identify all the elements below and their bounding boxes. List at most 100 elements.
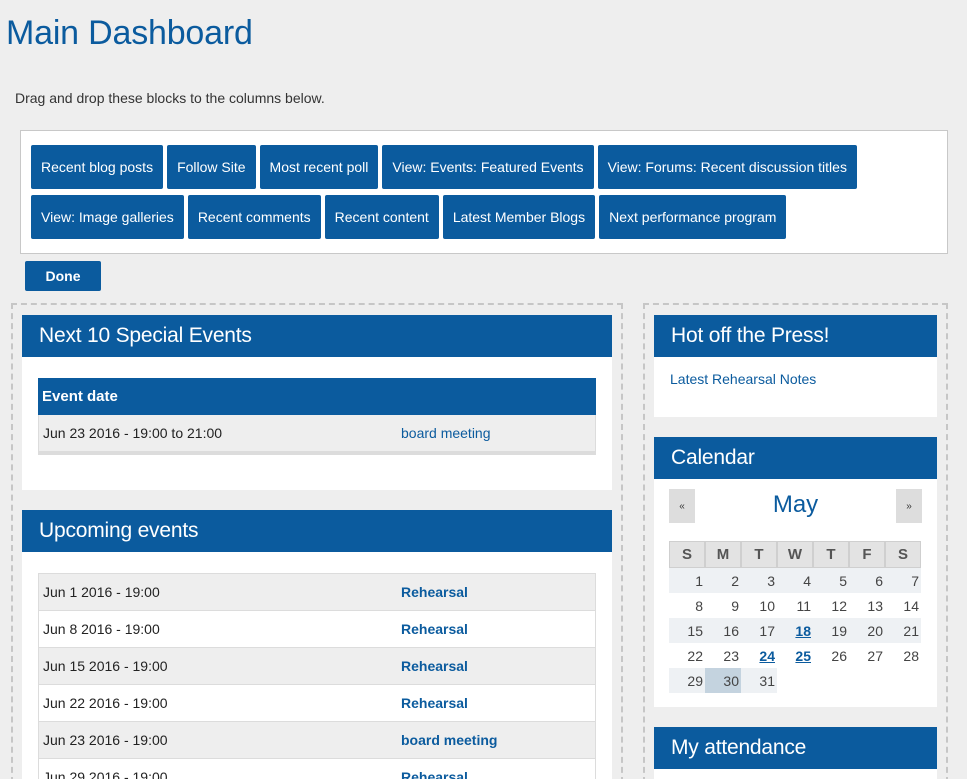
calendar-weekday-header: T bbox=[741, 541, 777, 568]
calendar-day: 28 bbox=[903, 647, 919, 664]
calendar-day: 7 bbox=[885, 568, 921, 593]
palette-block-featured-events[interactable]: View: Events: Featured Events bbox=[382, 145, 594, 189]
table-row: Jun 23 2016 - 19:00 board meeting bbox=[38, 722, 596, 759]
calendar-day: 20 bbox=[849, 618, 885, 643]
next-month-button[interactable]: » bbox=[896, 489, 922, 523]
event-date: Jun 8 2016 - 19:00 bbox=[43, 621, 160, 637]
special-events-block[interactable]: Next 10 Special Events Event date Jun 23… bbox=[22, 315, 612, 490]
calendar-day-event-link[interactable]: 18 bbox=[777, 618, 813, 643]
event-link[interactable]: Rehearsal bbox=[401, 584, 468, 600]
palette-block-image-galleries[interactable]: View: Image galleries bbox=[31, 195, 184, 239]
event-date: Jun 1 2016 - 19:00 bbox=[43, 584, 160, 600]
table-row: Jun 1 2016 - 19:00 Rehearsal bbox=[38, 574, 596, 611]
calendar-grid: S M T W T F S 1 2 3 4 5 6 7 8 9 10 11 12 13 14 15 16 17 18 19 20 21… bbox=[669, 541, 921, 693]
palette-block-most-recent-poll[interactable]: Most recent poll bbox=[259, 145, 379, 189]
calendar-title[interactable]: Calendar bbox=[654, 437, 937, 479]
calendar-day-event-link[interactable]: 25 bbox=[777, 643, 813, 668]
calendar-day: 5 bbox=[813, 568, 849, 593]
calendar-day: 6 bbox=[849, 568, 885, 593]
upcoming-events-table: Jun 1 2016 - 19:00 Rehearsal Jun 8 2016 … bbox=[38, 573, 596, 779]
calendar-day: 12 bbox=[831, 597, 847, 614]
palette-block-recent-comments[interactable]: Recent comments bbox=[187, 195, 321, 239]
attendance-block[interactable]: My attendance bbox=[654, 727, 937, 779]
calendar-day: 21 bbox=[885, 618, 921, 643]
calendar-weekday-header: F bbox=[849, 541, 885, 568]
attendance-title[interactable]: My attendance bbox=[654, 727, 937, 769]
calendar-day: 22 bbox=[687, 647, 703, 664]
dashboard-column-right[interactable]: Hot off the Press! Latest Rehearsal Note… bbox=[643, 303, 948, 779]
calendar-day: 17 bbox=[741, 618, 777, 643]
calendar-empty-cell bbox=[777, 668, 813, 693]
upcoming-events-block[interactable]: Upcoming events Jun 1 2016 - 19:00 Rehea… bbox=[22, 510, 612, 779]
event-link[interactable]: board meeting bbox=[401, 425, 491, 441]
table-row: Jun 15 2016 - 19:00 Rehearsal bbox=[38, 648, 596, 685]
calendar-weekday-header: M bbox=[705, 541, 741, 568]
event-date: Jun 15 2016 - 19:00 bbox=[43, 658, 168, 674]
calendar-day: 8 bbox=[695, 597, 703, 614]
event-date: Jun 23 2016 - 19:00 to 21:00 bbox=[43, 425, 223, 441]
palette-block-recent-discussion-titles[interactable]: View: Forums: Recent discussion titles bbox=[597, 145, 857, 189]
calendar-nav: « May » bbox=[654, 479, 937, 531]
special-events-title[interactable]: Next 10 Special Events bbox=[22, 315, 612, 357]
palette-row-1: Recent blog posts Follow Site Most recen… bbox=[31, 145, 937, 189]
event-link[interactable]: board meeting bbox=[401, 732, 497, 748]
table-row: Jun 23 2016 - 19:00 to 21:00 board meeti… bbox=[38, 415, 596, 452]
palette-row-2: View: Image galleries Recent comments Re… bbox=[31, 195, 937, 239]
calendar-block[interactable]: Calendar « May » S M T W T F S 1 2 3 4 5 6 7 8 9 10 11 12 1… bbox=[654, 437, 937, 707]
calendar-day: 3 bbox=[741, 568, 777, 593]
calendar-month: May bbox=[772, 491, 819, 518]
calendar-weekday-header: S bbox=[669, 541, 705, 568]
special-events-table: Event date Jun 23 2016 - 19:00 to 21:00 … bbox=[38, 378, 596, 455]
instructions-text: Drag and drop these blocks to the column… bbox=[15, 90, 325, 106]
rehearsal-notes-link[interactable]: Latest Rehearsal Notes bbox=[670, 371, 937, 387]
calendar-day: 27 bbox=[867, 647, 883, 664]
palette-block-latest-member-blogs[interactable]: Latest Member Blogs bbox=[442, 195, 596, 239]
calendar-empty-cell bbox=[885, 668, 921, 693]
page-title: Main Dashboard bbox=[6, 14, 253, 52]
calendar-day: 10 bbox=[759, 597, 775, 614]
event-date: Jun 29 2016 - 19:00 bbox=[43, 769, 168, 779]
palette-block-recent-content[interactable]: Recent content bbox=[324, 195, 439, 239]
calendar-empty-cell bbox=[813, 668, 849, 693]
press-block[interactable]: Hot off the Press! Latest Rehearsal Note… bbox=[654, 315, 937, 417]
calendar-day: 1 bbox=[669, 568, 705, 593]
calendar-day: 16 bbox=[705, 618, 741, 643]
table-divider bbox=[38, 452, 596, 455]
calendar-empty-cell bbox=[849, 668, 885, 693]
calendar-day: 23 bbox=[723, 647, 739, 664]
event-link[interactable]: Rehearsal bbox=[401, 769, 468, 779]
calendar-day: 19 bbox=[813, 618, 849, 643]
calendar-day: 9 bbox=[731, 597, 739, 614]
calendar-day-event-link[interactable]: 24 bbox=[741, 643, 777, 668]
upcoming-events-title[interactable]: Upcoming events bbox=[22, 510, 612, 552]
event-link[interactable]: Rehearsal bbox=[401, 658, 468, 674]
table-row: Jun 22 2016 - 19:00 Rehearsal bbox=[38, 685, 596, 722]
calendar-day: 15 bbox=[669, 618, 705, 643]
event-link[interactable]: Rehearsal bbox=[401, 695, 468, 711]
calendar-day: 29 bbox=[669, 668, 705, 693]
calendar-weekday-header: W bbox=[777, 541, 813, 568]
calendar-day: 14 bbox=[903, 597, 919, 614]
calendar-day: 30 bbox=[705, 668, 741, 693]
table-row: Jun 8 2016 - 19:00 Rehearsal bbox=[38, 611, 596, 648]
palette-block-follow-site[interactable]: Follow Site bbox=[167, 145, 256, 189]
calendar-day: 31 bbox=[741, 668, 777, 693]
palette-block-recent-blog-posts[interactable]: Recent blog posts bbox=[31, 145, 164, 189]
event-link[interactable]: Rehearsal bbox=[401, 621, 468, 637]
calendar-weekday-header: T bbox=[813, 541, 849, 568]
press-title[interactable]: Hot off the Press! bbox=[654, 315, 937, 357]
palette-block-next-performance-program[interactable]: Next performance program bbox=[599, 195, 787, 239]
block-palette: Recent blog posts Follow Site Most recen… bbox=[20, 130, 948, 254]
calendar-day: 26 bbox=[831, 647, 847, 664]
dashboard-column-left[interactable]: Next 10 Special Events Event date Jun 23… bbox=[11, 303, 623, 779]
event-date: Jun 22 2016 - 19:00 bbox=[43, 695, 168, 711]
calendar-day: 11 bbox=[796, 597, 811, 614]
calendar-day: 13 bbox=[867, 597, 883, 614]
calendar-weekday-header: S bbox=[885, 541, 921, 568]
event-date-column-header[interactable]: Event date bbox=[38, 378, 596, 415]
table-row: Jun 29 2016 - 19:00 Rehearsal bbox=[38, 759, 596, 779]
calendar-day: 2 bbox=[705, 568, 741, 593]
calendar-day: 4 bbox=[777, 568, 813, 593]
event-date: Jun 23 2016 - 19:00 bbox=[43, 732, 168, 748]
done-button[interactable]: Done bbox=[25, 261, 101, 291]
